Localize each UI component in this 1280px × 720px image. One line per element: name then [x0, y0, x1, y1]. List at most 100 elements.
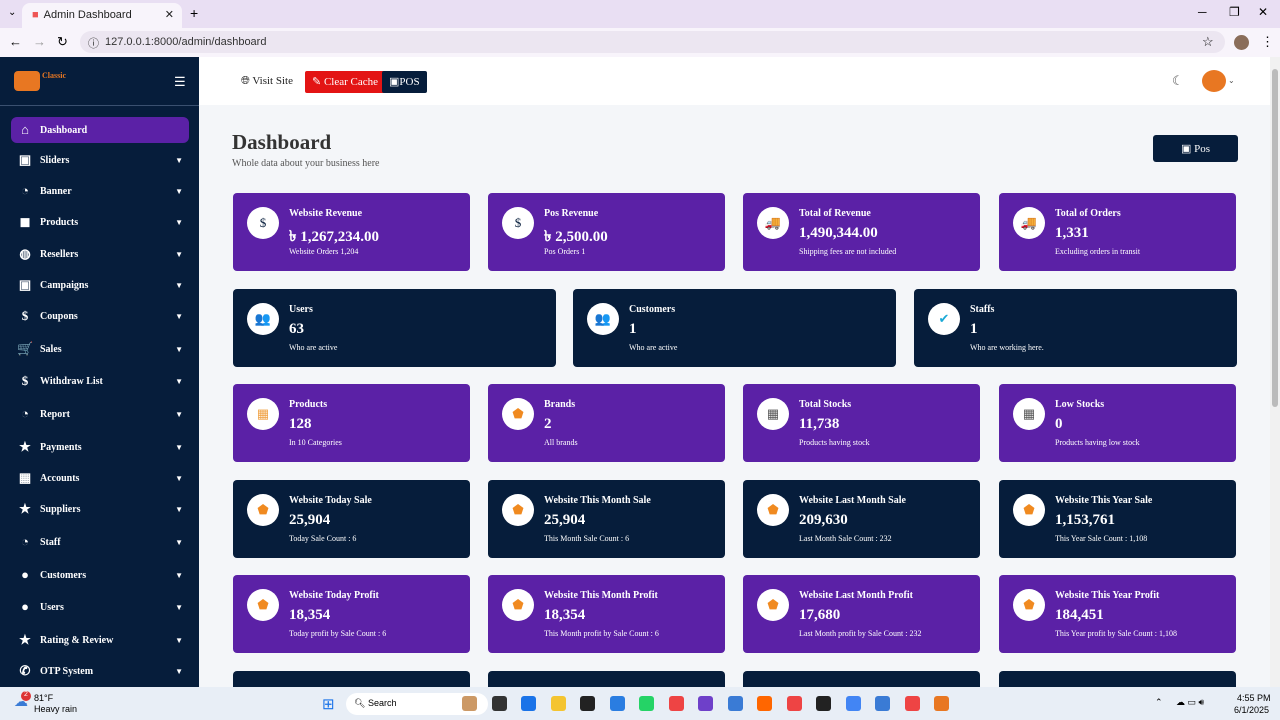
stat-card[interactable]: ▦ Low Stocks 0 Products having low stock [999, 384, 1236, 462]
sidebar-item-rating-review[interactable]: ★ Rating & Review ▼ [11, 627, 189, 653]
stat-card[interactable]: ⬟ Website Last Month Profit 17,680 Last Mon… [743, 575, 980, 653]
stat-card[interactable]: 👥 Customers 1 Who are active [573, 289, 896, 367]
stat-card[interactable]: 👥 Users 63 Who are active [233, 289, 556, 367]
sidebar-item-accounts[interactable]: ▦ Accounts ▼ [11, 465, 189, 491]
stat-card[interactable]: ⬟ Website Today Sale 25,904 Today Sale Coun… [233, 480, 470, 558]
stat-card[interactable]: ▦ Total Stocks 11,738 Products having stock [743, 384, 980, 462]
taskbar-app-icon[interactable] [550, 696, 566, 711]
sidebar-item-suppliers[interactable]: ★ Suppliers ▼ [11, 496, 189, 522]
taskbar-app-icon[interactable] [875, 696, 890, 711]
stat-card[interactable]: $ Website Revenue ৳ 1,267,234.00 Website Or… [233, 193, 470, 271]
stat-card[interactable]: $ Pos Revenue ৳ 2,500.00 Pos Orders 1 [488, 193, 725, 271]
sidebar-item-dashboard[interactable]: ⌂ Dashboard [11, 117, 189, 143]
user-dropdown-icon[interactable]: ⌄ [1228, 76, 1235, 85]
card-icon: ✔ [928, 303, 960, 335]
taskbar-app-icon[interactable] [580, 696, 595, 711]
tray-chevron-icon[interactable]: ⌃ [1155, 697, 1163, 708]
taskbar-app-icon[interactable] [639, 696, 654, 711]
scrollbar-thumb[interactable] [1272, 69, 1278, 407]
stat-card-partial[interactable] [488, 671, 725, 687]
new-tab-icon[interactable]: + [190, 5, 198, 21]
sidebar-item-products[interactable]: ◼ Products ▼ [11, 209, 189, 235]
stat-card-partial[interactable] [743, 671, 980, 687]
stat-card[interactable]: 🚚 Total of Orders 1,331 Excluding orders in… [999, 193, 1236, 271]
url-input[interactable]: ⓘ 127.0.0.1:8000/admin/dashboard [80, 31, 1225, 53]
close-tab-icon[interactable]: ✕ [165, 8, 174, 21]
taskbar-app-icon[interactable] [462, 696, 477, 711]
card-subtitle: Website Orders 1,204 [289, 247, 359, 256]
sidebar-toggle-icon[interactable]: ☰ [174, 74, 186, 90]
sidebar-item-resellers[interactable]: ◍ Resellers ▼ [11, 241, 189, 267]
sidebar-item-label: Customers [40, 569, 87, 581]
taskbar-app-icon[interactable] [727, 696, 743, 711]
stat-card[interactable]: ✔ Staffs 1 Who are working here. [914, 289, 1237, 367]
sidebar-item-banner[interactable]: ◔ Banner ▼ [11, 178, 189, 204]
visit-site-link[interactable]: 🌐︎ Visit Site [241, 75, 293, 88]
sidebar-item-coupons[interactable]: $ Coupons ▼ [11, 303, 189, 329]
taskbar-app-icon[interactable] [904, 696, 920, 711]
url-text: 127.0.0.1:8000/admin/dashboard [105, 36, 267, 48]
pos-button[interactable]: ▣ Pos [1153, 135, 1238, 162]
taskbar-app-icon[interactable] [934, 696, 949, 711]
back-icon[interactable]: ← [9, 34, 22, 49]
stat-card[interactable]: ▦ Products 128 In 10 Categories [233, 384, 470, 462]
menu-icon[interactable]: ⋮ [1261, 34, 1274, 50]
sidebar-item-payments[interactable]: ★ Payments ▼ [11, 434, 189, 460]
sidebar-item-users[interactable]: ● Users ▼ [11, 594, 189, 620]
tab-list-icon[interactable]: ⌄ [8, 7, 16, 18]
pos-top-button[interactable]: ▣POS [382, 71, 427, 93]
sidebar-item-campaigns[interactable]: ▣ Campaigns ▼ [11, 272, 189, 298]
reload-icon[interactable]: ↻ [57, 34, 68, 50]
taskbar-app-icon[interactable] [757, 696, 772, 711]
stat-card[interactable]: ⬟ Brands 2 All brands [488, 384, 725, 462]
stat-card-partial[interactable] [233, 671, 470, 687]
forward-icon[interactable]: → [33, 34, 46, 49]
card-value: 1 [629, 321, 637, 337]
sidebar-item-sliders[interactable]: ▣ Sliders ▼ [11, 147, 189, 173]
stat-card[interactable]: ⬟ Website This Month Sale 25,904 This Month… [488, 480, 725, 558]
taskbar-app-icon[interactable] [609, 696, 625, 711]
home-icon: ⌂ [21, 122, 29, 137]
sidebar-item-staff[interactable]: ◔ Staff ▼ [11, 529, 189, 555]
bookmark-star-icon[interactable]: ☆ [1202, 34, 1214, 50]
images-icon: ▣ [18, 277, 32, 292]
tray-icons[interactable]: ☁ ▭ 🔊︎ [1176, 697, 1204, 708]
close-window-icon[interactable]: ✕ [1258, 5, 1268, 19]
stat-card[interactable]: 🚚 Total of Revenue 1,490,344.00 Shipping fe… [743, 193, 980, 271]
sidebar-item-sales[interactable]: 🛒 Sales ▼ [11, 336, 189, 362]
windows-start-icon[interactable]: ⊞ [322, 695, 335, 713]
taskbar-app-icon[interactable] [698, 696, 713, 711]
browser-tab[interactable]: ■ Admin Dashboard ✕ [22, 3, 182, 28]
stat-card[interactable]: ⬟ Website Today Profit 18,354 Today profit … [233, 575, 470, 653]
taskbar-app-icon[interactable] [816, 696, 831, 711]
taskbar-app-icon[interactable] [491, 696, 507, 711]
taskbar-app-icon[interactable] [845, 696, 861, 711]
stat-card[interactable]: ⬟ Website Last Month Sale 209,630 Last Mont… [743, 480, 980, 558]
profile-avatar[interactable] [1234, 35, 1249, 50]
minimize-icon[interactable]: ─ [1198, 5, 1207, 19]
page-scrollbar[interactable] [1270, 57, 1280, 687]
stat-card[interactable]: ⬟ Website This Year Sale 1,153,761 This Yea… [999, 480, 1236, 558]
taskbar-app-icon[interactable] [786, 696, 802, 711]
sidebar-item-report[interactable]: ◔ Report ▼ [11, 401, 189, 427]
user-avatar[interactable] [1202, 70, 1226, 92]
stat-card[interactable]: ⬟ Website This Year Profit 184,451 This Yea… [999, 575, 1236, 653]
sidebar-item-label: Campaigns [40, 279, 89, 291]
card-value: 1,153,761 [1055, 512, 1115, 528]
clock-date[interactable]: 6/1/2025 [1234, 705, 1269, 715]
restore-icon[interactable]: ❐ [1229, 5, 1240, 19]
sidebar-item-otp-system[interactable]: ✆ OTP System ▼ [11, 658, 189, 684]
site-info-icon[interactable]: ⓘ [88, 35, 99, 51]
theme-toggle-icon[interactable]: ☾ [1172, 73, 1184, 89]
stat-card[interactable]: ⬟ Website This Month Profit 18,354 This Mon… [488, 575, 725, 653]
clear-cache-button[interactable]: ✎ Clear Cache [305, 71, 386, 93]
clock-time[interactable]: 4:55 PM [1237, 693, 1271, 703]
taskbar-app-icon[interactable] [521, 696, 536, 711]
chevron-down-icon: ▼ [175, 280, 183, 290]
page-title: Dashboard [232, 130, 332, 154]
stat-card-partial[interactable] [999, 671, 1236, 687]
card-subtitle: This Year profit by Sale Count : 1,108 [1055, 629, 1177, 638]
taskbar-app-icon[interactable] [668, 696, 684, 711]
sidebar-item-withdraw-list[interactable]: $ Withdraw List ▼ [11, 368, 189, 394]
sidebar-item-customers[interactable]: ● Customers ▼ [11, 562, 189, 588]
